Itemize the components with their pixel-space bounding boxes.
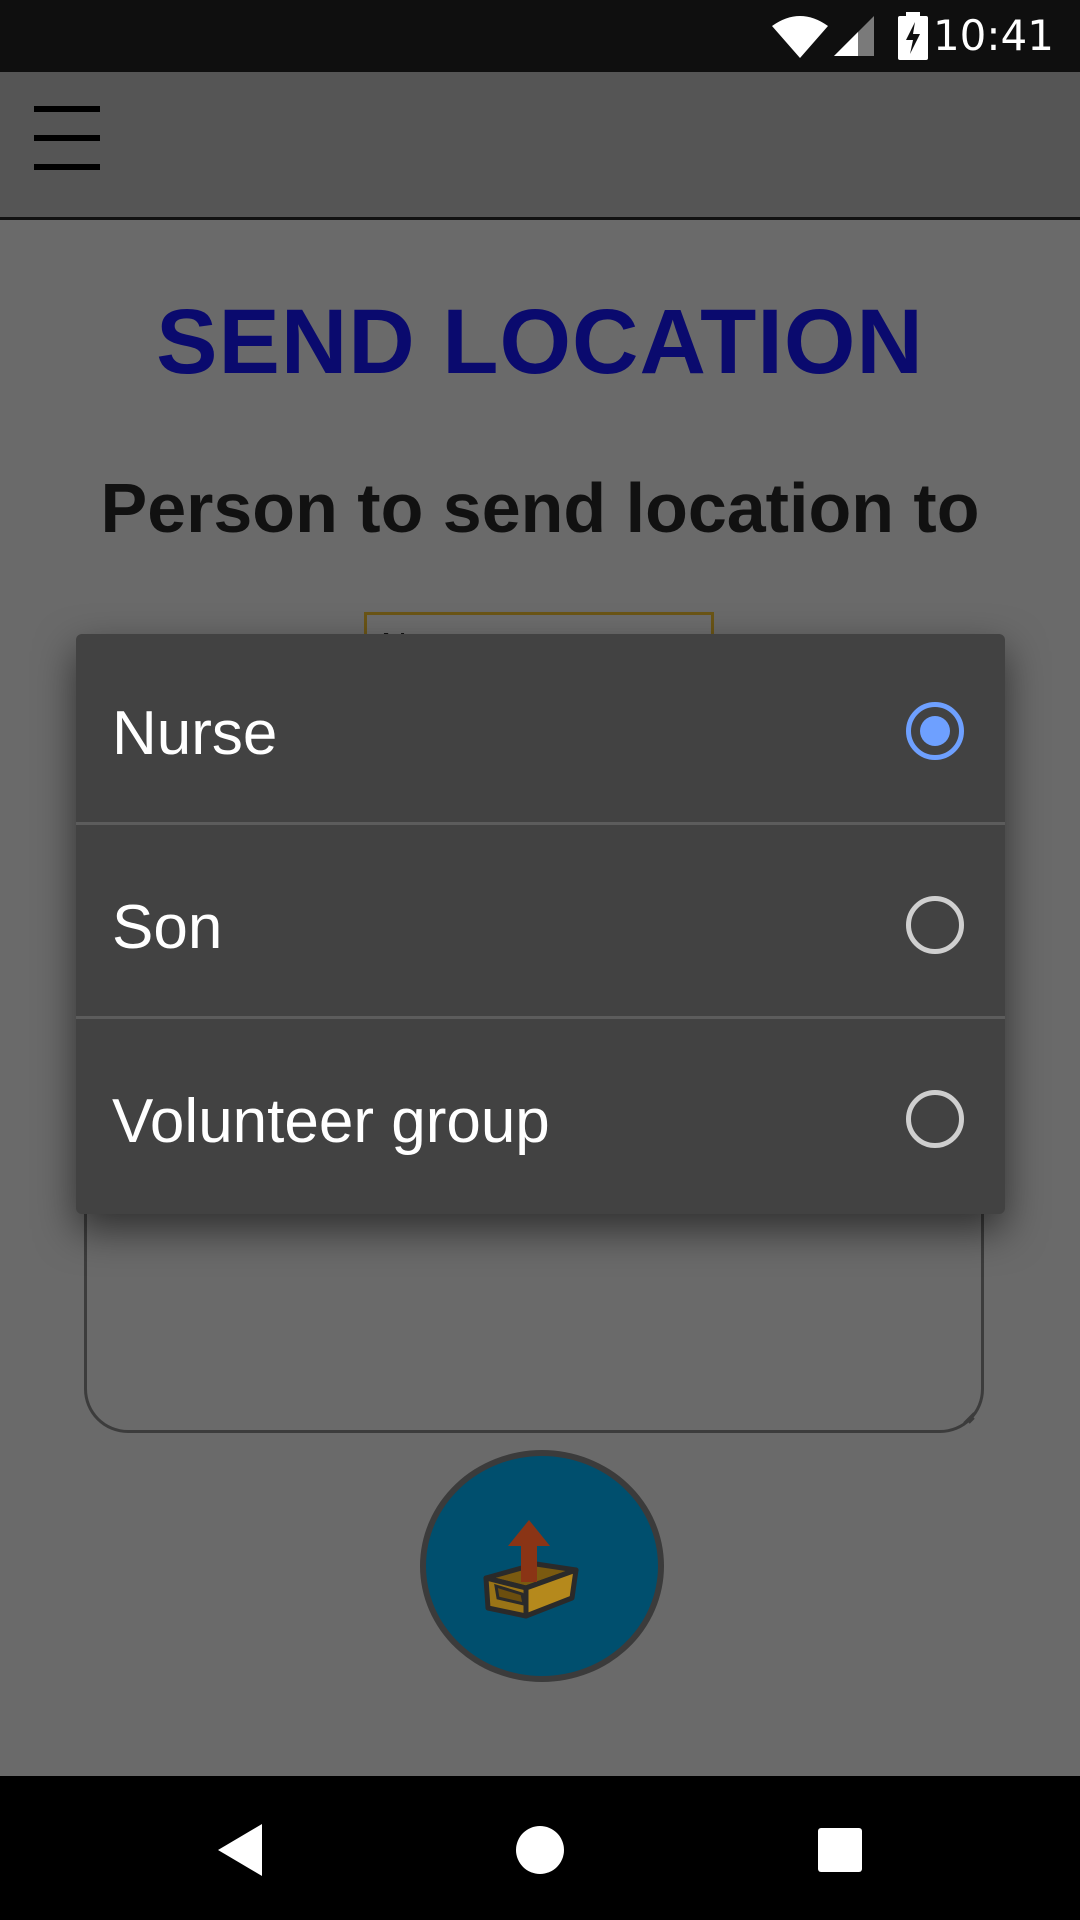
status-time: 10:41: [932, 11, 1054, 60]
home-icon[interactable]: [514, 1824, 566, 1876]
option-son[interactable]: Son: [76, 828, 1005, 1019]
app-bar: [0, 72, 1080, 220]
wifi-icon: [772, 16, 828, 58]
recipient-dialog: Nurse Son Volunteer group: [76, 634, 1005, 1214]
hamburger-menu-icon[interactable]: [32, 102, 104, 178]
navigation-bar: [0, 1776, 1080, 1920]
battery-charging-icon: [898, 12, 928, 60]
status-bar: 10:41: [0, 0, 1080, 72]
cell-signal-icon: [834, 16, 874, 56]
recents-icon[interactable]: [816, 1826, 864, 1874]
divider: [76, 822, 1005, 825]
divider: [76, 1016, 1005, 1019]
option-label: Son: [112, 893, 223, 962]
radio-selected-icon[interactable]: [906, 702, 964, 760]
option-nurse[interactable]: Nurse: [76, 634, 1005, 825]
recipient-heading: Person to send location to: [100, 469, 980, 547]
option-label: Volunteer group: [112, 1087, 550, 1156]
option-volunteer-group[interactable]: Volunteer group: [76, 1022, 1005, 1213]
outbox-upload-icon: [483, 1520, 579, 1619]
page-title: SEND LOCATION: [156, 291, 924, 393]
option-label: Nurse: [112, 699, 278, 768]
back-icon[interactable]: [214, 1822, 266, 1878]
send-location-button[interactable]: [420, 1450, 664, 1682]
radio-unselected-icon[interactable]: [906, 896, 964, 954]
radio-unselected-icon[interactable]: [906, 1090, 964, 1148]
resize-handle-icon[interactable]: [959, 1408, 975, 1424]
